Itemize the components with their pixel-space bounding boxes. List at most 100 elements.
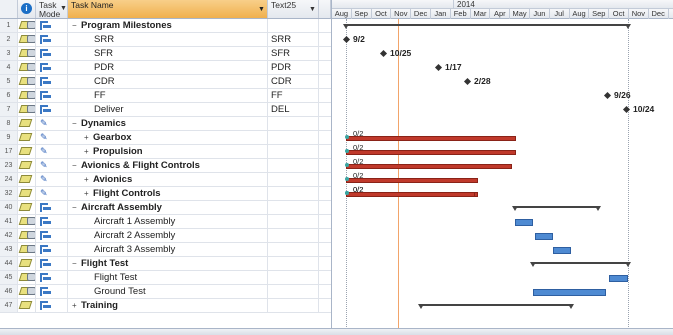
add-column-cell[interactable] — [319, 201, 331, 214]
task-name-cell[interactable]: Ground Test — [68, 285, 268, 298]
task-mode-cell[interactable] — [36, 229, 68, 242]
task-name-cell[interactable]: − Avionics & Flight Controls — [68, 159, 268, 172]
column-dropdown-icon[interactable]: ▼ — [309, 5, 316, 14]
task-mode-cell[interactable] — [36, 215, 68, 228]
resource-icon[interactable] — [27, 245, 35, 253]
text25-cell[interactable] — [268, 229, 319, 242]
task-name-cell[interactable]: Flight Test — [68, 271, 268, 284]
task-mode-cell[interactable] — [36, 61, 68, 74]
task-mode-cell[interactable]: ✎ — [36, 173, 68, 186]
column-dropdown-icon[interactable]: ▼ — [258, 5, 265, 14]
task-mode-cell[interactable] — [36, 47, 68, 60]
task-mode-cell[interactable] — [36, 19, 68, 32]
task-name-cell[interactable]: Aircraft 2 Assembly — [68, 229, 268, 242]
task-mode-cell[interactable] — [36, 271, 68, 284]
task-row[interactable]: 8 ✎ − Dynamics — [0, 117, 331, 131]
row-id[interactable]: 9 — [0, 131, 18, 144]
add-column-cell[interactable] — [319, 19, 331, 32]
task-row[interactable]: 46 Ground Test — [0, 285, 331, 299]
task-row[interactable]: 40 − Aircraft Assembly — [0, 201, 331, 215]
resource-icon[interactable] — [27, 231, 35, 239]
text25-cell[interactable] — [268, 145, 319, 158]
note-icon[interactable] — [18, 259, 33, 267]
resource-icon[interactable] — [27, 63, 35, 71]
task-name-cell[interactable]: CDR — [68, 75, 268, 88]
task-row[interactable]: 6 FF FF — [0, 89, 331, 103]
add-column-cell[interactable] — [319, 271, 331, 284]
text25-cell[interactable] — [268, 159, 319, 172]
task-name-cell[interactable]: − Program Milestones — [68, 19, 268, 32]
add-column-cell[interactable] — [319, 215, 331, 228]
task-name-cell[interactable]: PDR — [68, 61, 268, 74]
row-id[interactable]: 41 — [0, 215, 18, 228]
row-id[interactable]: 23 — [0, 159, 18, 172]
task-name-cell[interactable]: + Propulsion — [68, 145, 268, 158]
note-icon[interactable] — [18, 301, 33, 309]
text25-column-header[interactable]: Text25 ▼ — [268, 0, 319, 18]
task-name-cell[interactable]: FF — [68, 89, 268, 102]
note-icon[interactable] — [18, 189, 33, 197]
text25-cell[interactable] — [268, 19, 319, 32]
task-row[interactable]: 1 − Program Milestones — [0, 19, 331, 33]
task-row[interactable]: 24 ✎ + Avionics — [0, 173, 331, 187]
task-name-cell[interactable]: + Gearbox — [68, 131, 268, 144]
add-column-cell[interactable] — [319, 187, 331, 200]
resource-icon[interactable] — [27, 49, 35, 57]
text25-cell[interactable]: DEL — [268, 103, 319, 116]
row-id[interactable]: 6 — [0, 89, 18, 102]
task-mode-cell[interactable]: ✎ — [36, 117, 68, 130]
text25-cell[interactable] — [268, 187, 319, 200]
add-column-cell[interactable] — [319, 117, 331, 130]
add-column-cell[interactable] — [319, 173, 331, 186]
text25-cell[interactable]: CDR — [268, 75, 319, 88]
row-id[interactable]: 8 — [0, 117, 18, 130]
row-id[interactable]: 3 — [0, 47, 18, 60]
task-mode-cell[interactable] — [36, 285, 68, 298]
row-id[interactable]: 44 — [0, 257, 18, 270]
task-row[interactable]: 32 ✎ + Flight Controls — [0, 187, 331, 201]
task-mode-cell[interactable] — [36, 299, 68, 312]
task-name-cell[interactable]: − Aircraft Assembly — [68, 201, 268, 214]
resource-icon[interactable] — [27, 273, 35, 281]
add-column-cell[interactable] — [319, 61, 331, 74]
text25-cell[interactable] — [268, 131, 319, 144]
text25-cell[interactable] — [268, 173, 319, 186]
row-id[interactable]: 24 — [0, 173, 18, 186]
task-name-cell[interactable]: Deliver — [68, 103, 268, 116]
note-icon[interactable] — [18, 133, 33, 141]
task-mode-cell[interactable] — [36, 257, 68, 270]
task-row[interactable]: 41 Aircraft 1 Assembly — [0, 215, 331, 229]
text25-cell[interactable] — [268, 117, 319, 130]
row-id[interactable]: 46 — [0, 285, 18, 298]
add-column-cell[interactable] — [319, 243, 331, 256]
collapse-icon[interactable]: − — [72, 257, 77, 270]
task-row[interactable]: 4 PDR PDR — [0, 61, 331, 75]
note-icon[interactable] — [18, 203, 33, 211]
text25-cell[interactable]: SRR — [268, 33, 319, 46]
task-row[interactable]: 2 SRR SRR — [0, 33, 331, 47]
task-name-cell[interactable]: + Avionics — [68, 173, 268, 186]
task-row[interactable]: 44 − Flight Test — [0, 257, 331, 271]
task-row[interactable]: 17 ✎ + Propulsion — [0, 145, 331, 159]
task-row[interactable]: 23 ✎ − Avionics & Flight Controls — [0, 159, 331, 173]
expand-icon[interactable]: + — [84, 173, 89, 186]
task-mode-cell[interactable] — [36, 103, 68, 116]
task-name-cell[interactable]: SFR — [68, 47, 268, 60]
row-id[interactable]: 5 — [0, 75, 18, 88]
task-row[interactable]: 9 ✎ + Gearbox — [0, 131, 331, 145]
task-mode-cell[interactable]: ✎ — [36, 187, 68, 200]
task-row[interactable]: 7 Deliver DEL — [0, 103, 331, 117]
row-id[interactable]: 43 — [0, 243, 18, 256]
resource-icon[interactable] — [27, 287, 35, 295]
add-column-cell[interactable] — [319, 103, 331, 116]
expand-icon[interactable]: + — [84, 187, 89, 200]
row-id[interactable]: 45 — [0, 271, 18, 284]
add-column-cell[interactable] — [319, 285, 331, 298]
select-all-corner[interactable] — [0, 0, 18, 18]
resource-icon[interactable] — [27, 35, 35, 43]
text25-cell[interactable] — [268, 215, 319, 228]
task-mode-cell[interactable]: ✎ — [36, 131, 68, 144]
text25-cell[interactable]: FF — [268, 89, 319, 102]
row-id[interactable]: 17 — [0, 145, 18, 158]
text25-cell[interactable] — [268, 201, 319, 214]
